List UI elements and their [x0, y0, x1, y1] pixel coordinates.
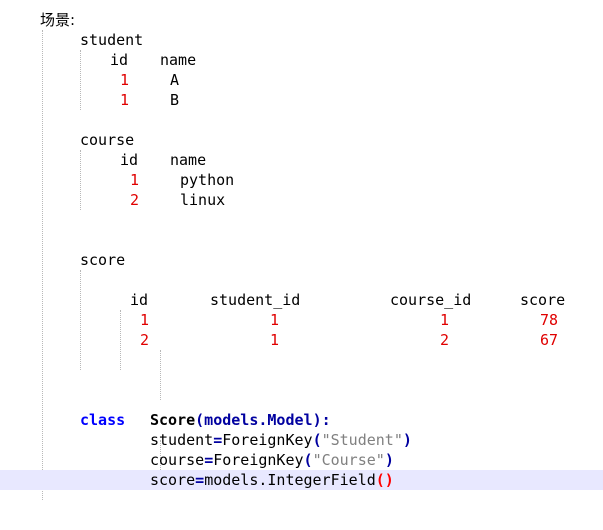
score-course-id: 1	[440, 311, 450, 329]
code-line: course=ForeignKey("Course")	[0, 450, 603, 470]
table-row: 1 1 1 78	[0, 310, 603, 330]
course-header-id: id	[120, 151, 139, 169]
matched-parens: ()	[375, 471, 394, 489]
table-row: 1 A	[0, 70, 603, 90]
code-line: 场景:	[0, 10, 603, 30]
score-header-course-id: course_id	[390, 291, 472, 309]
score-title: score	[80, 251, 126, 269]
course-id: 2	[130, 191, 140, 209]
field-name: student	[150, 431, 214, 449]
score-course-id: 2	[440, 331, 450, 349]
student-id: 1	[120, 91, 130, 109]
indent-guide	[160, 350, 161, 400]
student-title: student	[80, 31, 144, 49]
code-line: id name	[0, 50, 603, 70]
student-name: A	[170, 71, 180, 89]
class-signature: Score(models.Model):	[150, 410, 331, 430]
field-student: student=ForeignKey("Student")	[150, 430, 412, 450]
field-name: score	[150, 471, 196, 489]
score-id: 2	[140, 331, 150, 349]
code-editor[interactable]: 场景: student id name 1 A 1 B course id na…	[0, 0, 603, 512]
score-student-id: 1	[270, 331, 280, 349]
score-header-id: id	[130, 291, 149, 309]
paren-open: (	[312, 431, 322, 449]
field-course: course=ForeignKey("Course")	[150, 450, 394, 470]
field-score: score=models.IntegerField()	[150, 470, 394, 490]
course-header-name: name	[170, 151, 207, 169]
assign-operator: =	[204, 451, 214, 469]
code-line: student=ForeignKey("Student")	[0, 430, 603, 450]
table-row: 1 python	[0, 170, 603, 190]
table-row: 1 B	[0, 90, 603, 110]
score-student-id: 1	[270, 311, 280, 329]
string-arg: "Student"	[321, 431, 403, 449]
code-line: id name	[0, 150, 603, 170]
code-line: score	[0, 250, 603, 270]
score-value: 78	[540, 311, 559, 329]
course-name: python	[180, 171, 235, 189]
student-id: 1	[120, 71, 130, 89]
assign-operator: =	[195, 471, 205, 489]
code-line: class Score(models.Model):	[0, 410, 603, 430]
paren-close: )	[402, 431, 412, 449]
student-name: B	[170, 91, 180, 109]
table-row: 2 linux	[0, 190, 603, 210]
call-name: models.IntegerField	[204, 471, 376, 489]
score-id: 1	[140, 311, 150, 329]
base-close: ):	[312, 411, 331, 429]
call-name: ForeignKey	[213, 451, 304, 469]
class-keyword: class	[80, 411, 126, 429]
code-line: course	[0, 130, 603, 150]
paren-open: (	[303, 451, 313, 469]
field-name: course	[150, 451, 205, 469]
table-row: 2 1 2 67	[0, 330, 603, 350]
course-name: linux	[180, 191, 226, 209]
class-name: Score	[150, 411, 196, 429]
string-arg: "Course"	[312, 451, 385, 469]
scene-label: 场景:	[40, 11, 76, 29]
course-id: 1	[130, 171, 140, 189]
base-open: (models.Model	[195, 411, 313, 429]
assign-operator: =	[213, 431, 223, 449]
student-header-name: name	[160, 51, 197, 69]
score-value: 67	[540, 331, 559, 349]
code-line: student	[0, 30, 603, 50]
course-title: course	[80, 131, 135, 149]
current-line[interactable]: score=models.IntegerField()	[0, 470, 603, 490]
code-line: id student_id course_id score	[0, 290, 603, 310]
student-header-id: id	[110, 51, 129, 69]
paren-close: )	[384, 451, 394, 469]
call-name: ForeignKey	[222, 431, 313, 449]
score-header-student-id: student_id	[210, 291, 301, 309]
score-header-score: score	[520, 291, 566, 309]
